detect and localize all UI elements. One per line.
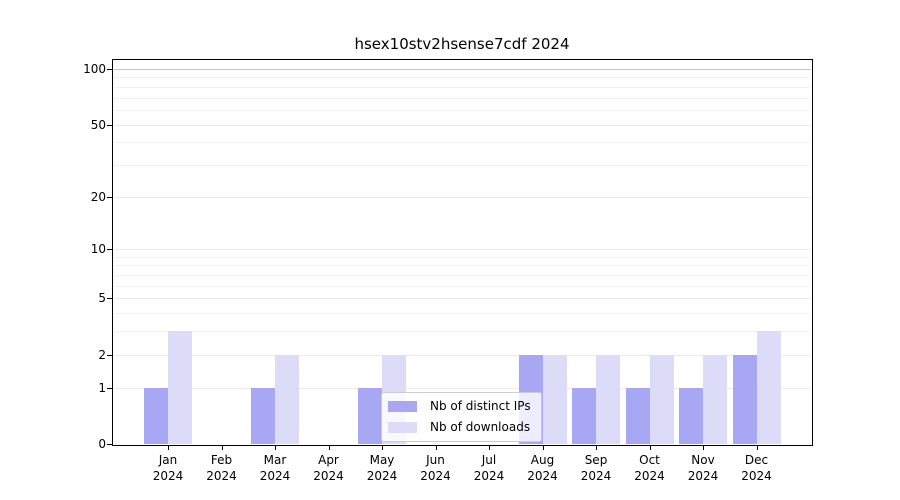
- x-tick-label: Dec 2024: [725, 452, 789, 484]
- y-tick-mark: [107, 444, 112, 445]
- y-tick-label: 2: [98, 347, 106, 362]
- gridline-100: [113, 69, 811, 70]
- bar-downloads: [703, 354, 727, 444]
- gridline-minor: [113, 265, 811, 267]
- bar-distinct-ips: [732, 354, 757, 444]
- y-tick-label: 20: [90, 189, 106, 204]
- bar-distinct-ips: [144, 387, 168, 444]
- bar-downloads: [649, 354, 674, 444]
- y-tick-mark: [107, 354, 112, 356]
- y-tick-label: 0: [98, 437, 106, 451]
- gridline-minor: [113, 142, 811, 144]
- x-tick-mark: [756, 445, 758, 450]
- y-tick-label: 100: [83, 62, 106, 76]
- y-tick-mark: [107, 387, 112, 389]
- gridline-major: [113, 249, 811, 251]
- x-tick-month: Dec: [744, 453, 769, 467]
- x-tick-mark: [596, 445, 597, 450]
- y-tick-label: 50: [90, 117, 106, 132]
- gridline-minor: [113, 285, 811, 287]
- gridline-minor: [113, 109, 811, 111]
- x-tick-mark: [221, 445, 223, 450]
- x-tick-mark: [542, 445, 544, 450]
- y-tick-mark: [107, 196, 112, 198]
- gridline-minor: [113, 313, 811, 315]
- gridline-minor: [113, 256, 811, 258]
- bar-distinct-ips: [679, 387, 703, 444]
- gridline-minor: [113, 164, 811, 166]
- bar-downloads: [168, 331, 192, 444]
- y-tick-label: 10: [90, 242, 106, 257]
- x-tick-mark: [328, 445, 330, 450]
- bar-downloads: [756, 331, 781, 444]
- legend-label-downloads: Nb of downloads: [430, 420, 531, 434]
- chart: hsex10stv2hsense7cdf 2024 0 1 2 5 10 20 50 100 J…: [0, 0, 900, 500]
- gridline-major: [113, 124, 811, 126]
- y-tick-mark: [107, 298, 112, 300]
- chart-title: hsex10stv2hsense7cdf 2024: [354, 35, 570, 53]
- bar-downloads: [275, 354, 299, 444]
- x-tick-mark: [275, 445, 276, 450]
- bar-distinct-ips: [358, 387, 382, 444]
- gridline-minor: [113, 275, 811, 277]
- bar-distinct-ips: [572, 387, 596, 444]
- legend-label-distinct-ips: Nb of distinct IPs: [430, 399, 531, 413]
- x-tick-mark: [435, 445, 437, 450]
- y-tick-label: 1: [98, 380, 106, 395]
- x-tick-mark: [649, 445, 651, 450]
- bar-distinct-ips: [625, 387, 650, 444]
- x-tick-mark: [382, 445, 383, 450]
- bar-distinct-ips: [251, 387, 275, 444]
- x-tick-mark: [168, 445, 169, 450]
- gridline-major: [113, 298, 811, 300]
- y-tick-mark: [107, 124, 112, 126]
- gridline-minor: [113, 331, 811, 333]
- legend-entry-distinct-ips: Nb of distinct IPs: [388, 399, 531, 413]
- legend-swatch-downloads: [388, 421, 417, 433]
- x-tick-mark: [703, 445, 704, 450]
- y-tick-label: 5: [98, 291, 106, 306]
- y-tick-mark: [107, 249, 112, 251]
- y-tick-mark: [107, 69, 112, 70]
- gridline-minor: [113, 77, 811, 79]
- legend-entry-downloads: Nb of downloads: [388, 420, 531, 434]
- gridline-major: [113, 196, 811, 198]
- gridline-minor: [113, 86, 811, 88]
- legend-swatch-distinct-ips: [388, 400, 417, 412]
- bar-downloads: [596, 354, 620, 444]
- legend: Nb of distinct IPs Nb of downloads: [381, 392, 542, 442]
- x-tick-mark: [489, 445, 490, 450]
- gridline-minor: [113, 97, 811, 99]
- x-tick-year: 2024: [741, 469, 772, 483]
- bar-downloads: [542, 354, 567, 444]
